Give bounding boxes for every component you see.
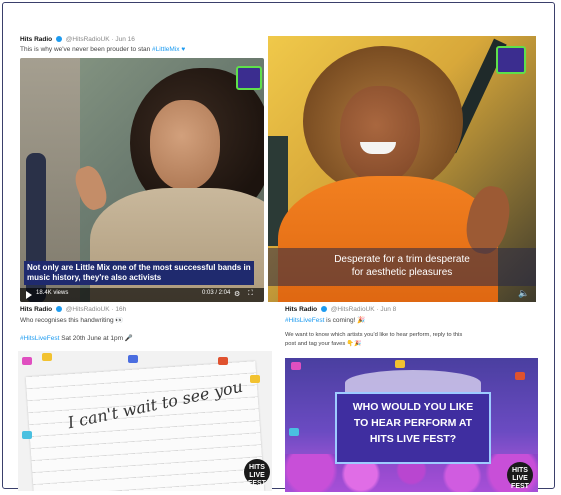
tweet4-body: is coming! 🎉 — [324, 317, 366, 324]
confetti — [250, 375, 260, 383]
panel-line-1: WHO WOULD YOU LIKE — [352, 401, 474, 413]
confetti — [22, 357, 32, 365]
tweet1-header[interactable]: Hits Radio @HitsRadioUK · Jun 16 — [20, 36, 135, 43]
hits-radio-logo-icon — [496, 46, 526, 74]
confetti — [128, 355, 138, 363]
tweet1-body: This is why we've never been prouder to … — [20, 46, 153, 53]
confetti — [291, 362, 301, 370]
verified-icon — [320, 306, 327, 313]
tweet1-account-name[interactable]: Hits Radio — [20, 36, 52, 43]
fest-question-panel: WHO WOULD YOU LIKE TO HEAR PERFORM AT HI… — [335, 392, 491, 464]
volume-icon[interactable]: 🔈 — [518, 288, 529, 299]
tweet4-hashtag[interactable]: #HitsLiveFest — [285, 317, 324, 324]
tweet1-hashtag[interactable]: #LittleMix — [152, 46, 179, 53]
confetti — [395, 360, 405, 368]
heart-icon: ♥ — [181, 46, 186, 53]
tweet2-video[interactable]: Desperate for a trim desperate for aesth… — [268, 36, 536, 302]
tweet3-hashtag[interactable]: #HitsLiveFest — [20, 335, 59, 342]
caption-line-1: Desperate for a trim desperate — [334, 254, 470, 265]
tweet4-account-name[interactable]: Hits Radio — [285, 306, 317, 313]
tweet4-line1: #HitsLiveFest is coming! 🎉 — [285, 316, 365, 324]
play-icon[interactable] — [26, 291, 32, 299]
tweet3-account-name[interactable]: Hits Radio — [20, 306, 52, 313]
confetti — [42, 353, 52, 361]
verified-icon — [55, 36, 62, 43]
tweet3-body: Who recognises this handwriting 👀 — [20, 317, 124, 324]
fullscreen-icon[interactable]: ⛶ — [248, 290, 253, 298]
tweet3-header[interactable]: Hits Radio @HitsRadioUK · 16h — [20, 306, 126, 313]
tweet3-date-line: #HitsLiveFest Sat 20th June at 1pm 🎤 — [20, 334, 133, 342]
tweet1-text: This is why we've never been prouder to … — [20, 46, 185, 53]
video-caption: Desperate for a trim desperate for aesth… — [268, 248, 536, 286]
tweet3-handle[interactable]: @HitsRadioUK · 16h — [66, 306, 126, 313]
tweet4-handle[interactable]: @HitsRadioUK · Jun 8 — [331, 306, 396, 313]
panel-line-2: TO HEAR PERFORM AT — [353, 417, 473, 429]
tweet4-line2: We want to know which artists you'd like… — [285, 332, 463, 338]
panel-line-3: HITS LIVE FEST? — [369, 433, 457, 445]
caption-line-2: for aesthetic pleasures — [351, 267, 453, 278]
tweet4-line3: post and tag your faves 👇🎉 — [285, 341, 362, 347]
settings-icon[interactable]: ⚙ — [234, 290, 240, 298]
confetti — [289, 428, 299, 436]
confetti — [22, 431, 32, 439]
video-caption: Not only are Little Mix one of the most … — [24, 261, 254, 285]
tweet1-handle[interactable]: @HitsRadioUK · Jun 16 — [66, 36, 135, 43]
verified-icon — [55, 306, 62, 313]
tweet3-date: Sat 20th June at 1pm 🎤 — [61, 335, 133, 342]
tweet1-video[interactable]: Not only are Little Mix one of the most … — [20, 58, 264, 302]
tweet4-image[interactable]: WHO WOULD YOU LIKE TO HEAR PERFORM AT HI… — [285, 358, 538, 492]
tweet4-header[interactable]: Hits Radio @HitsRadioUK · Jun 8 — [285, 306, 396, 313]
fest-badge: HITS LIVE FEST — [244, 459, 270, 487]
hits-logo-icon — [236, 66, 262, 90]
confetti — [218, 357, 228, 365]
video-views: 18.4K views — [36, 290, 69, 296]
video-time: 0:03 / 2:04 — [202, 290, 231, 296]
video-figure — [150, 100, 220, 190]
confetti — [515, 372, 525, 380]
fest-badge: HITS LIVE FEST — [507, 462, 533, 490]
video-figure — [340, 86, 420, 184]
tweet3-image[interactable]: I can't wait to see you HITS LIVE FEST — [18, 351, 272, 491]
